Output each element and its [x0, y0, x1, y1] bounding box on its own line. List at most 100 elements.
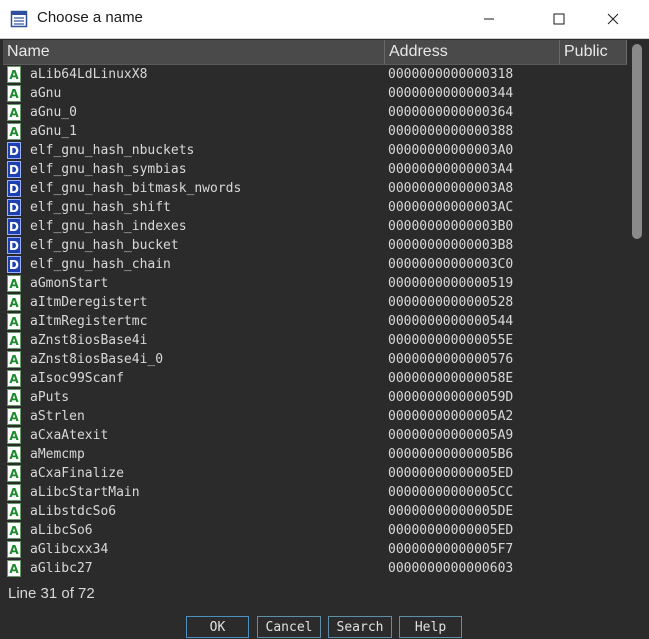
list-item[interactable]: AaPuts 000000000000059D — [3, 388, 627, 407]
list-item[interactable]: Delf_gnu_hash_nbuckets 00000000000003A0 — [3, 141, 627, 160]
item-address: 0000000000000318 — [388, 67, 514, 82]
item-address: 0000000000000344 — [388, 86, 514, 101]
list-item[interactable]: AaLibstdcSo6 00000000000005DE — [3, 502, 627, 521]
string-type-icon: A — [7, 560, 21, 577]
close-icon — [607, 10, 619, 29]
item-address: 00000000000003A0 — [388, 143, 514, 158]
item-address: 0000000000000576 — [388, 352, 514, 367]
string-type-icon: A — [7, 275, 21, 292]
list-item[interactable]: AaLibcSo6 00000000000005ED — [3, 521, 627, 540]
data-type-icon: D — [7, 256, 21, 273]
item-name: aItmDeregistert — [30, 295, 148, 310]
item-name: aLibcStartMain — [30, 485, 140, 500]
item-address: 00000000000003B0 — [388, 219, 514, 234]
list-item[interactable]: AaGnu_0 0000000000000364 — [3, 103, 627, 122]
item-name: aCxaAtexit — [30, 428, 109, 443]
item-name: aPuts — [30, 390, 70, 405]
item-name: elf_gnu_hash_symbias — [30, 162, 187, 177]
item-name: aLibcSo6 — [30, 523, 93, 538]
data-type-icon: D — [7, 199, 21, 216]
list-item[interactable]: AaGnu 0000000000000344 — [3, 84, 627, 103]
item-name: aGlibc27 — [30, 561, 93, 576]
list-item[interactable]: AaGnu_1 0000000000000388 — [3, 122, 627, 141]
list-item[interactable]: Delf_gnu_hash_bitmask_nwords 000000000000… — [3, 179, 627, 198]
item-address: 00000000000003AC — [388, 200, 514, 215]
list-item[interactable]: AaCxaFinalize 00000000000005ED — [3, 464, 627, 483]
string-type-icon: A — [7, 541, 21, 558]
close-button[interactable] — [590, 0, 636, 38]
column-header-name[interactable]: Name — [3, 40, 385, 64]
item-address: 0000000000000603 — [388, 561, 514, 576]
item-address: 000000000000059D — [388, 390, 514, 405]
data-type-icon: D — [7, 180, 21, 197]
item-name: aCxaFinalize — [30, 466, 124, 481]
item-address: 00000000000005ED — [388, 466, 514, 481]
list-item[interactable]: AaGlibcxx34 00000000000005F7 — [3, 540, 627, 559]
list-item[interactable]: AaCxaAtexit 00000000000005A9 — [3, 426, 627, 445]
item-address: 00000000000005CC — [388, 485, 514, 500]
item-name: aGnu_1 — [30, 124, 77, 139]
status-line: Line 31 of 72 — [8, 585, 95, 602]
data-type-icon: D — [7, 218, 21, 235]
minimize-button[interactable] — [466, 0, 512, 38]
data-type-icon: D — [7, 237, 21, 254]
list-item[interactable]: AaZnst8iosBase4i_0 0000000000000576 — [3, 350, 627, 369]
names-list[interactable]: Name Address Public AaLib64LdLinuxX8 0000… — [3, 40, 644, 579]
data-type-icon: D — [7, 142, 21, 159]
list-item[interactable]: AaZnst8iosBase4i 000000000000055E — [3, 331, 627, 350]
string-type-icon: A — [7, 370, 21, 387]
list-item[interactable]: AaLibcStartMain 00000000000005CC — [3, 483, 627, 502]
list-item[interactable]: AaIsoc99Scanf 000000000000058E — [3, 369, 627, 388]
list-item[interactable]: AaStrlen 00000000000005A2 — [3, 407, 627, 426]
item-name: elf_gnu_hash_chain — [30, 257, 171, 272]
string-type-icon: A — [7, 332, 21, 349]
list-item[interactable]: Delf_gnu_hash_symbias 00000000000003A4 — [3, 160, 627, 179]
list-item[interactable]: AaLib64LdLinuxX8 0000000000000318 — [3, 65, 627, 84]
search-button[interactable]: Search — [328, 616, 392, 638]
maximize-button[interactable] — [536, 0, 582, 38]
item-address: 000000000000055E — [388, 333, 514, 348]
maximize-icon — [553, 10, 565, 29]
string-type-icon: A — [7, 351, 21, 368]
column-header-public[interactable]: Public — [560, 40, 627, 64]
item-address: 0000000000000519 — [388, 276, 514, 291]
item-name: aLibstdcSo6 — [30, 504, 117, 519]
help-button[interactable]: Help — [399, 616, 462, 638]
list-item[interactable]: AaGlibc27 0000000000000603 — [3, 559, 627, 578]
list-item[interactable]: AaMemcmp 00000000000005B6 — [3, 445, 627, 464]
list-item[interactable]: AaGmonStart 0000000000000519 — [3, 274, 627, 293]
column-header-address[interactable]: Address — [385, 40, 560, 64]
string-type-icon: A — [7, 503, 21, 520]
list-header: Name Address Public — [3, 40, 627, 65]
item-name: aStrlen — [30, 409, 85, 424]
title-bar: Choose a name — [0, 0, 649, 39]
scrollbar-thumb[interactable] — [632, 44, 642, 239]
list-item[interactable]: Delf_gnu_hash_indexes 00000000000003B0 — [3, 217, 627, 236]
item-address: 00000000000005B6 — [388, 447, 514, 462]
item-address: 00000000000003B8 — [388, 238, 514, 253]
string-type-icon: A — [7, 313, 21, 330]
item-name: aGnu — [30, 86, 62, 101]
vertical-scrollbar[interactable] — [630, 40, 644, 579]
item-name: elf_gnu_hash_bitmask_nwords — [30, 181, 242, 196]
list-item[interactable]: Delf_gnu_hash_bucket 00000000000003B8 — [3, 236, 627, 255]
item-address: 00000000000005F7 — [388, 542, 514, 557]
string-type-icon: A — [7, 104, 21, 121]
item-name: aLib64LdLinuxX8 — [30, 67, 148, 82]
cancel-button[interactable]: Cancel — [257, 616, 321, 638]
item-name: elf_gnu_hash_bucket — [30, 238, 179, 253]
window-title: Choose a name — [37, 9, 143, 26]
list-item[interactable]: Delf_gnu_hash_shift 00000000000003AC — [3, 198, 627, 217]
window-list-icon — [10, 10, 28, 28]
item-address: 00000000000005ED — [388, 523, 514, 538]
ok-button[interactable]: OK — [186, 616, 249, 638]
item-name: elf_gnu_hash_indexes — [30, 219, 187, 234]
list-item[interactable]: Delf_gnu_hash_chain 00000000000003C0 — [3, 255, 627, 274]
list-item[interactable]: AaItmRegistertmc 0000000000000544 — [3, 312, 627, 331]
list-item[interactable]: AaItmDeregistert 0000000000000528 — [3, 293, 627, 312]
data-type-icon: D — [7, 161, 21, 178]
item-address: 00000000000003C0 — [388, 257, 514, 272]
item-address: 00000000000005A9 — [388, 428, 514, 443]
item-name: aZnst8iosBase4i — [30, 333, 148, 348]
item-name: aGlibcxx34 — [30, 542, 109, 557]
